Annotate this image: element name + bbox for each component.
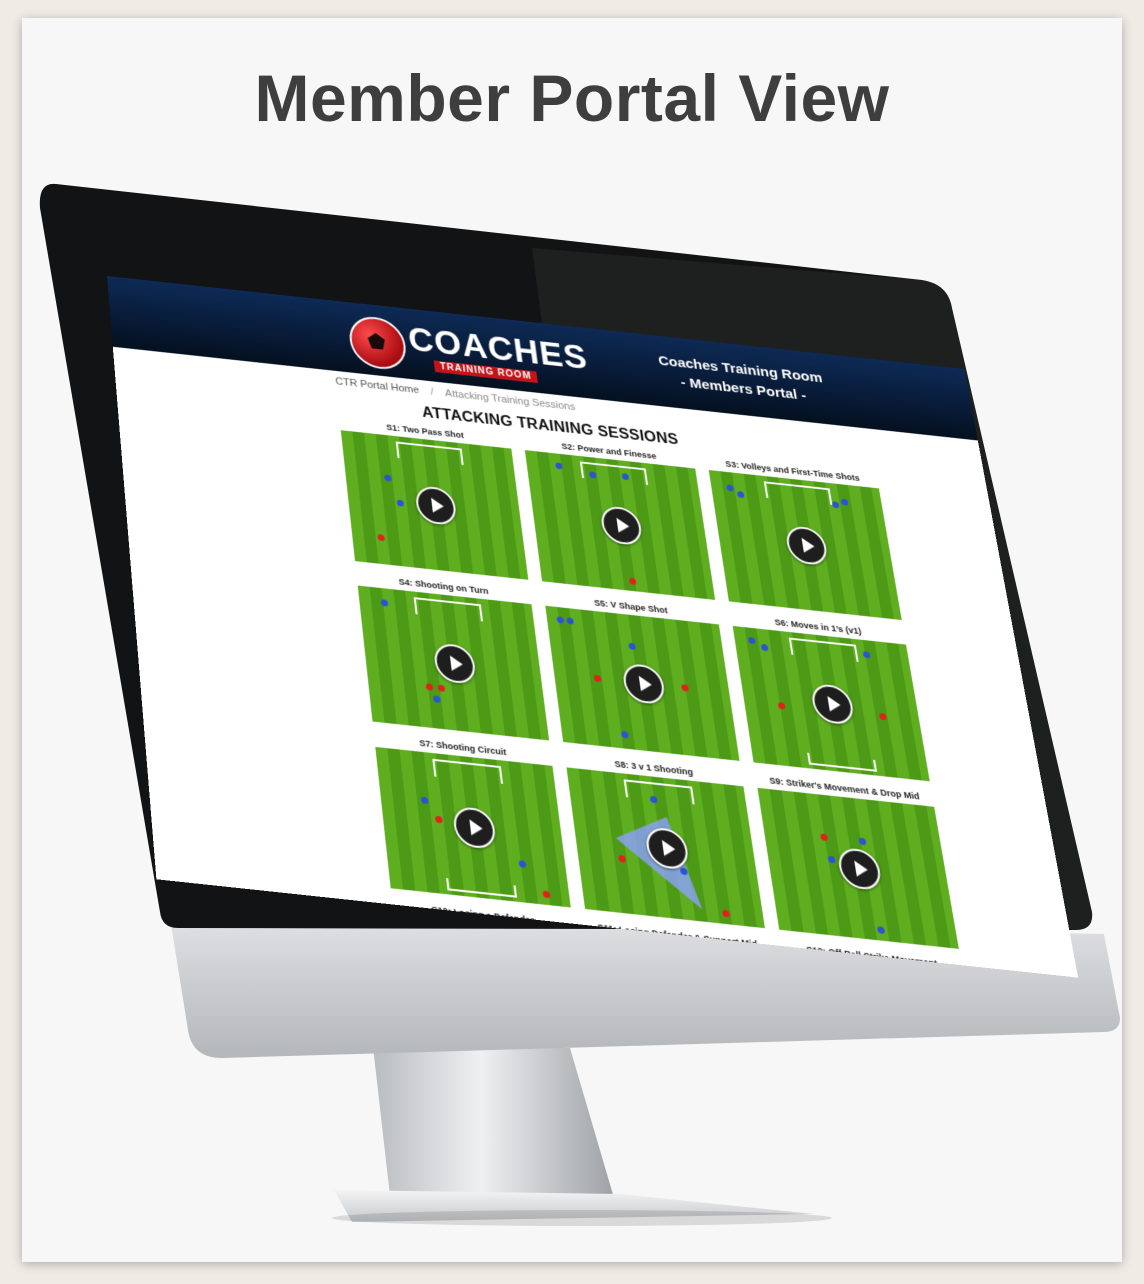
goal-markings [763, 481, 833, 505]
player-marker [878, 712, 887, 721]
player-marker [620, 730, 629, 739]
player-marker [777, 702, 786, 710]
session-card[interactable]: S2: Power and Finesse [523, 437, 716, 600]
player-marker [726, 484, 734, 492]
player-marker [566, 617, 575, 625]
goal-markings [807, 752, 878, 772]
player-marker [747, 636, 756, 645]
pitch-thumbnail [375, 746, 571, 908]
player-marker [542, 890, 551, 899]
breadcrumb-home-link[interactable]: CTR Portal Home [335, 376, 420, 396]
stand-neck [372, 1038, 614, 1198]
player-marker [862, 651, 871, 659]
goal-markings [395, 441, 464, 466]
player-marker [858, 837, 867, 846]
photo-frame: Member Portal View COACHES TRAINING ROOM… [22, 18, 1122, 1262]
play-video-icon[interactable] [414, 485, 458, 527]
play-video-icon[interactable] [621, 662, 667, 706]
player-marker [831, 501, 840, 509]
session-grid: S1: Two Pass Shot S2: Power and Finesse [339, 418, 959, 949]
player-marker [556, 616, 565, 624]
pitch-thumbnail [545, 605, 740, 761]
session-card[interactable]: S5: V Shape Shot [544, 593, 740, 761]
play-video-icon[interactable] [809, 682, 856, 726]
goal-markings [432, 758, 504, 784]
pitch-thumbnail [524, 450, 716, 600]
player-marker [681, 684, 689, 692]
play-video-icon[interactable] [836, 846, 884, 892]
play-video-icon[interactable] [599, 505, 644, 547]
session-card[interactable]: S6: Moves in 1’s (v1) [731, 613, 930, 782]
player-marker [827, 855, 836, 864]
session-card[interactable]: S8: 3 v 1 Shooting [565, 754, 765, 929]
player-marker [377, 533, 385, 542]
pitch-thumbnail [340, 430, 529, 580]
goal-markings [788, 637, 859, 662]
goal-markings [446, 878, 518, 898]
session-card[interactable]: S4: Shooting on Turn [356, 572, 550, 741]
player-marker [760, 643, 769, 652]
play-video-icon[interactable] [784, 524, 830, 567]
player-marker [396, 499, 405, 507]
breadcrumb-separator: / [430, 386, 435, 398]
portal-title: Coaches Training Room - Members Portal - [643, 350, 840, 410]
player-marker [618, 854, 627, 863]
session-card[interactable]: S3: Volleys and First-Time Shots [707, 457, 902, 621]
player-marker [425, 683, 434, 691]
player-marker [628, 642, 637, 651]
soccer-ball-logo-icon [347, 314, 409, 372]
session-card[interactable]: S7: Shooting Circuit [374, 733, 571, 908]
player-marker [434, 815, 443, 824]
player-marker [628, 577, 637, 585]
player-marker [420, 796, 429, 805]
player-marker [593, 674, 602, 683]
pitch-thumbnail [708, 470, 902, 621]
player-marker [840, 498, 849, 506]
goal-markings [413, 597, 483, 622]
pitch-thumbnail [566, 767, 765, 929]
pitch-thumbnail [732, 625, 930, 782]
player-marker [820, 833, 829, 842]
play-video-icon[interactable] [451, 805, 498, 850]
session-card[interactable]: S9: Striker's Movement & Drop Mid [755, 774, 959, 949]
player-marker [432, 695, 441, 703]
player-marker [736, 490, 745, 499]
play-video-icon[interactable] [432, 642, 478, 685]
player-marker [876, 926, 886, 935]
pitch-thumbnail [357, 585, 550, 741]
player-marker [384, 474, 392, 482]
player-marker [721, 909, 731, 918]
player-marker [437, 684, 446, 692]
member-portal-screen: COACHES TRAINING ROOM Coaches Training R… [107, 276, 1079, 978]
goal-markings [623, 779, 695, 805]
player-marker [555, 462, 563, 470]
pitch-thumbnail [757, 787, 959, 949]
player-marker [380, 599, 389, 607]
session-card[interactable]: S1: Two Pass Shot [339, 418, 529, 580]
player-marker [518, 860, 527, 868]
